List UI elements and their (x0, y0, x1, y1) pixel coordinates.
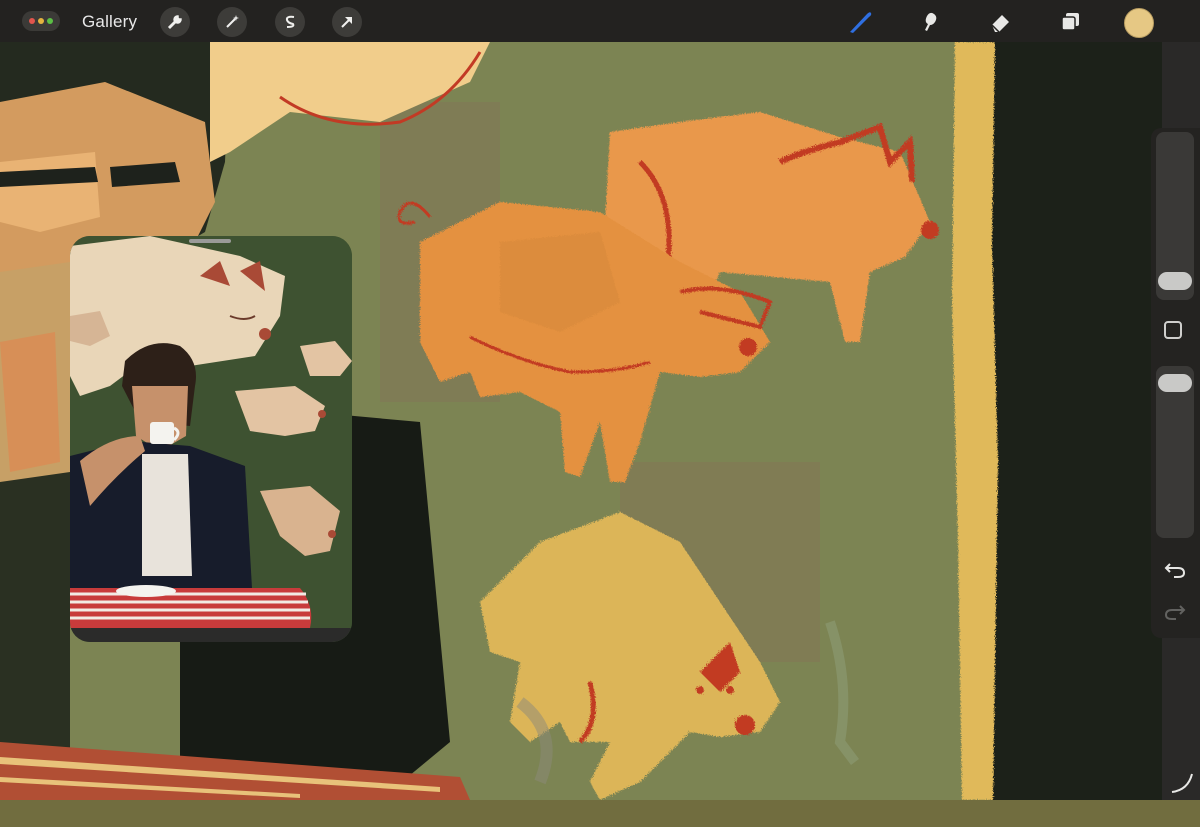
smudge-icon[interactable] (915, 7, 945, 37)
red-dot (29, 18, 35, 24)
magic-wand-icon[interactable] (217, 7, 247, 37)
undo-icon[interactable] (1163, 560, 1187, 580)
selection-s-icon[interactable] (275, 7, 305, 37)
yellow-dot (38, 18, 44, 24)
brush-size-thumb[interactable] (1158, 272, 1192, 290)
eraser-icon[interactable] (985, 7, 1015, 37)
gallery-button[interactable]: Gallery (82, 12, 137, 32)
opacity-thumb[interactable] (1158, 374, 1192, 392)
brush-icon[interactable] (845, 7, 875, 37)
color-picker-swatch[interactable] (1124, 8, 1154, 38)
opacity-slider[interactable] (1156, 366, 1194, 538)
redo-icon[interactable] (1163, 602, 1187, 622)
layers-icon[interactable] (1055, 7, 1085, 37)
sidebar (1151, 128, 1200, 638)
reference-photo (70, 236, 352, 642)
transform-arrow-icon[interactable] (332, 7, 362, 37)
reference-window[interactable] (70, 236, 352, 642)
modify-button[interactable] (1164, 321, 1182, 339)
green-dot (47, 18, 53, 24)
bottom-strip (0, 800, 1200, 827)
corner-curve-icon (1171, 773, 1193, 793)
wrench-icon[interactable] (160, 7, 190, 37)
top-toolbar: Gallery (0, 0, 1200, 42)
brush-size-slider[interactable] (1156, 132, 1194, 300)
dark-background (990, 42, 1170, 800)
reference-drag-handle[interactable] (189, 239, 231, 243)
window-dots-button[interactable] (22, 11, 60, 31)
